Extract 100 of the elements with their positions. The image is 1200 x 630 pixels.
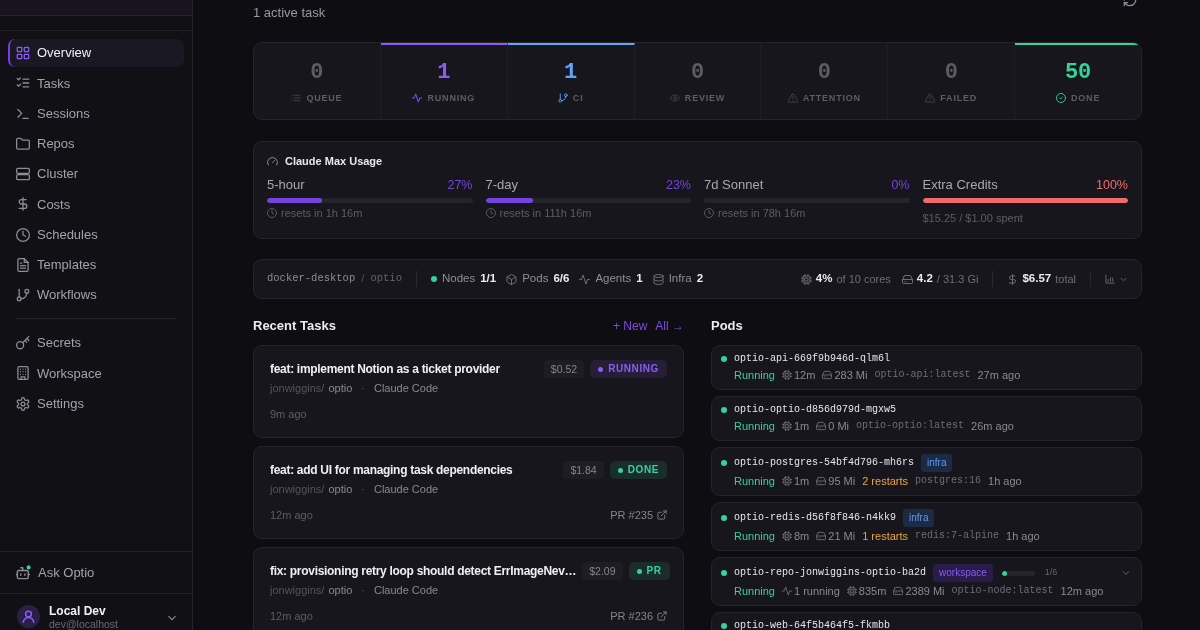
cpu-usage: 1m bbox=[794, 419, 810, 433]
warning-icon bbox=[787, 93, 798, 103]
sidebar-item[interactable]: Cluster bbox=[8, 160, 184, 188]
separator-dot: · bbox=[361, 482, 365, 496]
document-icon bbox=[16, 257, 30, 272]
pr-link[interactable]: PR #235 bbox=[610, 508, 667, 522]
user-email: dev@localhost bbox=[49, 618, 120, 630]
user-avatar-icon bbox=[17, 605, 40, 628]
pod-age: 1h ago bbox=[1006, 529, 1040, 543]
section-title: Recent Tasks bbox=[253, 317, 336, 336]
drive-icon bbox=[822, 370, 833, 380]
chart-toggle-button[interactable] bbox=[1105, 274, 1128, 284]
cpu-icon bbox=[846, 586, 857, 596]
metric-label: Nodes bbox=[441, 271, 476, 287]
pod-status: Running bbox=[734, 474, 775, 488]
sidebar-item[interactable]: Secrets bbox=[8, 329, 184, 357]
cube-icon bbox=[506, 273, 518, 285]
repo-owner: jonwiggins/ bbox=[270, 482, 325, 496]
pr-link[interactable]: PR #236 bbox=[610, 609, 667, 623]
stat-count: 1 bbox=[564, 60, 578, 86]
robot-icon bbox=[16, 565, 31, 580]
status-dot-icon bbox=[721, 570, 727, 576]
metric-label: Infra bbox=[668, 271, 692, 287]
dollar-icon bbox=[1007, 273, 1019, 285]
pod-age: 27m ago bbox=[977, 368, 1021, 382]
task-card[interactable]: feat: add UI for managing task dependencies $1.84 DONE jonwiggins/ optio · Claude Code 12m ago PR #235 bbox=[253, 446, 684, 539]
meter-reading: 100% bbox=[1096, 177, 1128, 193]
meter-label: Extra Credits bbox=[922, 177, 998, 193]
metric-label: Agents bbox=[595, 271, 632, 287]
sidebar-item[interactable]: Workspace bbox=[8, 359, 184, 388]
usage-title: Claude Max Usage bbox=[285, 154, 383, 168]
sidebar-item[interactable]: Sessions bbox=[8, 99, 184, 128]
database-icon bbox=[652, 273, 664, 285]
status-dot-icon bbox=[721, 407, 727, 413]
sidebar-item[interactable]: Overview bbox=[8, 39, 184, 67]
settings-icon bbox=[16, 396, 30, 411]
cpu-usage: 1m bbox=[794, 474, 810, 488]
user-name: Local Dev bbox=[49, 605, 107, 618]
meter-note: resets in 78h 16m bbox=[718, 206, 806, 220]
header-link[interactable]: + New bbox=[612, 317, 648, 335]
sidebar-item[interactable]: Schedules bbox=[8, 220, 184, 249]
cpu-icon bbox=[782, 421, 792, 431]
task-card[interactable]: fix: provisioning retry loop should detect ErrImageNev… $2.09 PR jonwiggins/ optio · Claude Code 12m ago PR #236 bbox=[253, 547, 684, 630]
drive-icon bbox=[893, 586, 904, 596]
image-name: optio-node:latest bbox=[951, 584, 1054, 598]
meter-reading: 27% bbox=[447, 177, 473, 193]
header-link[interactable]: All → bbox=[655, 317, 684, 335]
metric-value: 2 bbox=[696, 271, 704, 287]
eye-icon bbox=[669, 93, 680, 103]
check-circle-icon bbox=[1056, 93, 1066, 103]
task-age: 12m ago bbox=[270, 508, 313, 522]
meter-reading: 23% bbox=[665, 177, 691, 193]
status-dot-icon bbox=[721, 460, 727, 466]
metric-label: Pods bbox=[522, 271, 549, 287]
sidebar-item[interactable]: Templates bbox=[8, 250, 184, 279]
pod-status: Running bbox=[734, 529, 775, 543]
stat-label: ATTENTION bbox=[802, 92, 861, 104]
assistant-link[interactable]: Ask Optio bbox=[8, 558, 184, 587]
status-text: RUNNING bbox=[608, 362, 659, 376]
stat-count: 1 bbox=[437, 60, 451, 86]
gauge-icon bbox=[267, 155, 278, 167]
stat-label: CI bbox=[572, 92, 584, 104]
meter-label: 5-hour bbox=[267, 177, 305, 193]
sidebar-item[interactable]: Workflows bbox=[8, 281, 184, 309]
bar-chart-icon bbox=[1105, 274, 1115, 284]
pod-name: optio-optio-d856d979d-mgxw5 bbox=[734, 403, 897, 417]
namespace-name: optio bbox=[370, 271, 402, 287]
warning-icon bbox=[925, 93, 936, 103]
folder-icon bbox=[16, 136, 30, 151]
task-age: 12m ago bbox=[270, 609, 313, 623]
image-name: optio-api:latest bbox=[874, 368, 971, 382]
meter-note: resets in 111h 16m bbox=[499, 206, 592, 220]
pod-name: optio-web-64f5b464f5-fkmbb bbox=[734, 619, 891, 630]
metric-detail: of 10 cores bbox=[836, 271, 891, 287]
meter-label: 7-day bbox=[485, 177, 519, 193]
cpu-usage: 8m bbox=[794, 529, 810, 543]
pod-status: Running bbox=[734, 419, 775, 433]
cost-badge: $1.84 bbox=[563, 461, 604, 479]
image-name: postgres:16 bbox=[915, 474, 982, 488]
sidebar-item[interactable]: Tasks bbox=[8, 69, 184, 98]
status-text: DONE bbox=[627, 463, 659, 477]
drive-icon bbox=[901, 273, 913, 285]
external-link-icon bbox=[657, 611, 667, 621]
key-icon bbox=[16, 336, 30, 350]
drive-icon bbox=[816, 476, 827, 486]
path-divider: / bbox=[361, 271, 365, 287]
activity-icon bbox=[782, 586, 792, 596]
repo-name: optio bbox=[328, 482, 353, 496]
sidebar-item[interactable]: Repos bbox=[8, 129, 184, 158]
separator-dot: · bbox=[361, 381, 365, 395]
stat-count: 50 bbox=[1064, 60, 1092, 86]
sidebar-item[interactable]: Costs bbox=[8, 190, 184, 219]
terminal-icon bbox=[16, 106, 30, 121]
sidebar-item[interactable]: Settings bbox=[8, 389, 184, 418]
clock-icon bbox=[485, 208, 496, 218]
metric-value: 4% bbox=[815, 271, 833, 287]
meter-reading: 0% bbox=[891, 177, 910, 193]
drive-icon bbox=[816, 531, 827, 541]
task-card[interactable]: feat: implement Notion as a ticket provider $0.52 RUNNING jonwiggins/ optio · Claude Code 9m ago bbox=[253, 345, 684, 438]
status-dot-icon bbox=[430, 276, 437, 282]
